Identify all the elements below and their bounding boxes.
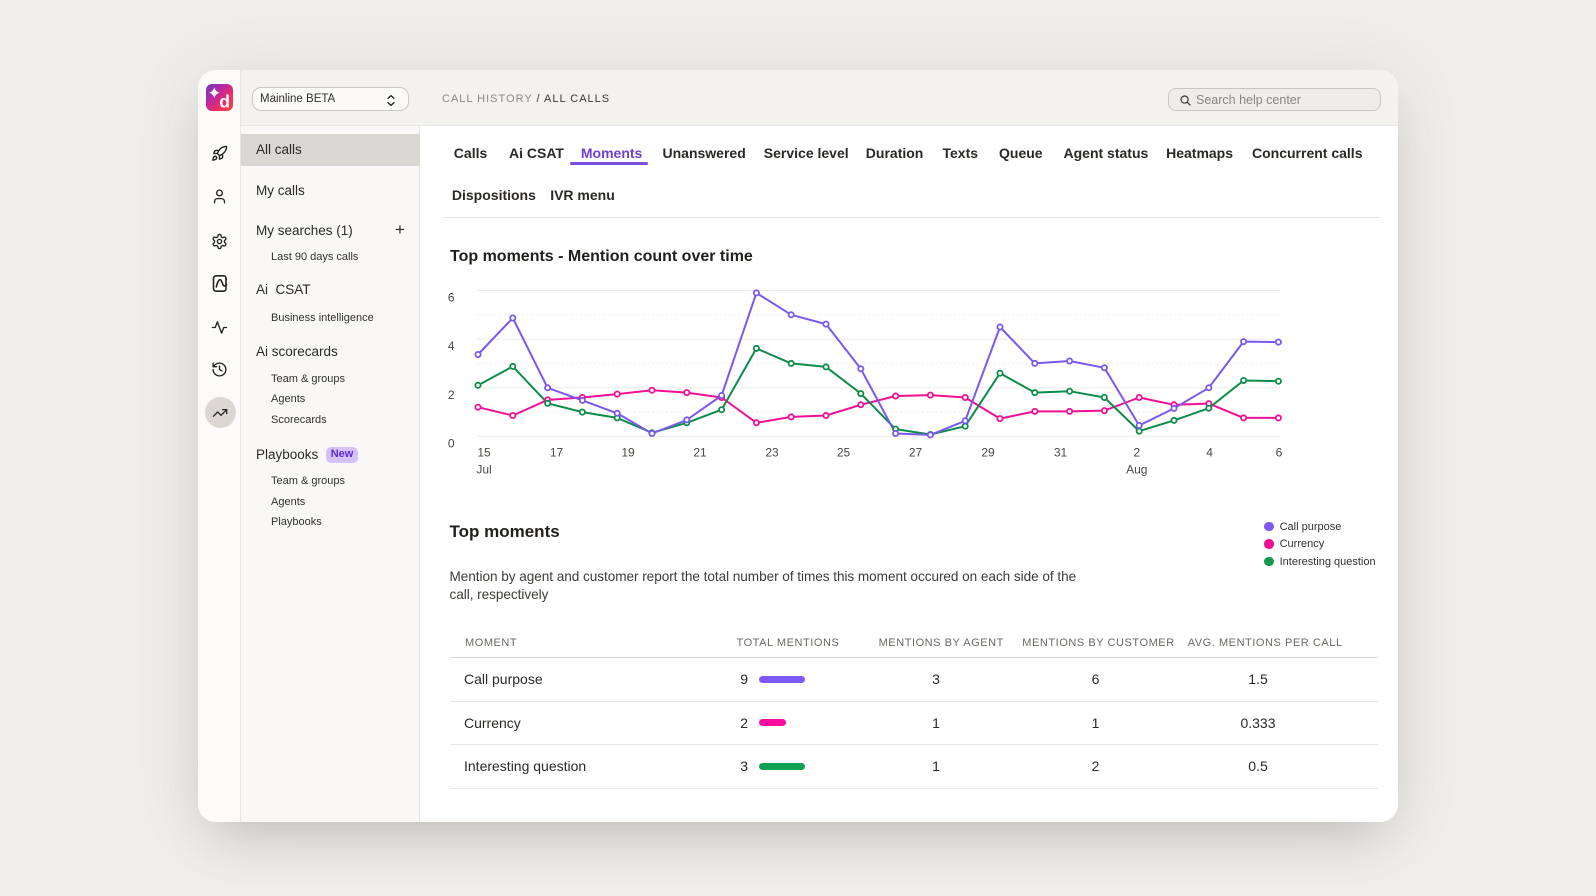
svg-text:2: 2	[1133, 446, 1140, 460]
svg-text:2: 2	[448, 388, 455, 402]
svg-text:Aug: Aug	[1126, 463, 1147, 477]
svg-text:d: d	[219, 92, 230, 111]
svg-text:4: 4	[1206, 446, 1213, 460]
svg-text:27: 27	[909, 446, 923, 460]
svg-text:17: 17	[550, 446, 564, 460]
svg-text:31: 31	[1054, 446, 1068, 460]
svg-text:15: 15	[477, 446, 491, 460]
svg-text:19: 19	[621, 446, 635, 460]
svg-text:6: 6	[448, 291, 455, 305]
svg-text:21: 21	[693, 446, 707, 460]
svg-text:0: 0	[448, 436, 455, 450]
svg-text:4: 4	[448, 339, 455, 353]
svg-text:25: 25	[837, 446, 851, 460]
svg-text:6: 6	[1276, 446, 1283, 460]
svg-text:23: 23	[765, 446, 779, 460]
svg-text:29: 29	[981, 446, 995, 460]
svg-text:Jul: Jul	[476, 463, 491, 477]
